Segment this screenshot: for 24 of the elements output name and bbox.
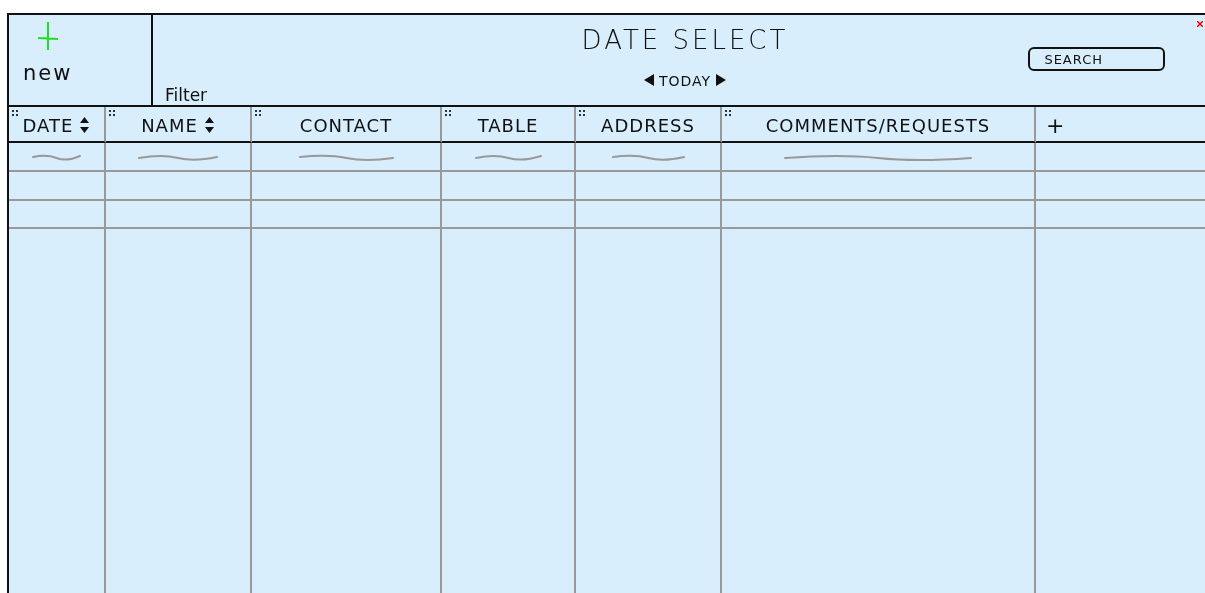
column-header[interactable]: ADDRESS — [576, 107, 722, 143]
column-header[interactable]: TABLE — [442, 107, 576, 143]
drag-handle-icon[interactable] — [255, 110, 261, 116]
drag-handle-icon[interactable] — [725, 110, 731, 116]
add-column-button[interactable]: + — [1036, 107, 1205, 143]
sort-icon[interactable] — [79, 116, 91, 134]
previous-button[interactable] — [642, 73, 655, 87]
plus-icon — [36, 21, 59, 51]
next-button[interactable] — [715, 73, 728, 87]
today-label: TODAY — [658, 73, 712, 89]
close-icon[interactable] — [1197, 21, 1203, 27]
column-header[interactable]: CONTACT — [252, 107, 442, 143]
page-title: DATE SELECT — [581, 25, 789, 57]
drag-handle-icon[interactable] — [12, 110, 18, 116]
drag-handle-icon[interactable] — [445, 110, 451, 116]
search-button[interactable]: SEARCH — [1028, 47, 1165, 71]
filter-label[interactable]: Filter — [165, 85, 208, 105]
drag-handle-icon[interactable] — [579, 110, 585, 116]
drag-handle-icon[interactable] — [109, 110, 115, 116]
column-header[interactable]: NAME — [106, 107, 252, 143]
column-header[interactable]: COMMENTS/REQUESTS — [722, 107, 1036, 143]
sort-icon[interactable] — [203, 116, 215, 134]
new-button[interactable]: new — [23, 21, 73, 85]
column-header[interactable]: DATE — [9, 107, 106, 143]
